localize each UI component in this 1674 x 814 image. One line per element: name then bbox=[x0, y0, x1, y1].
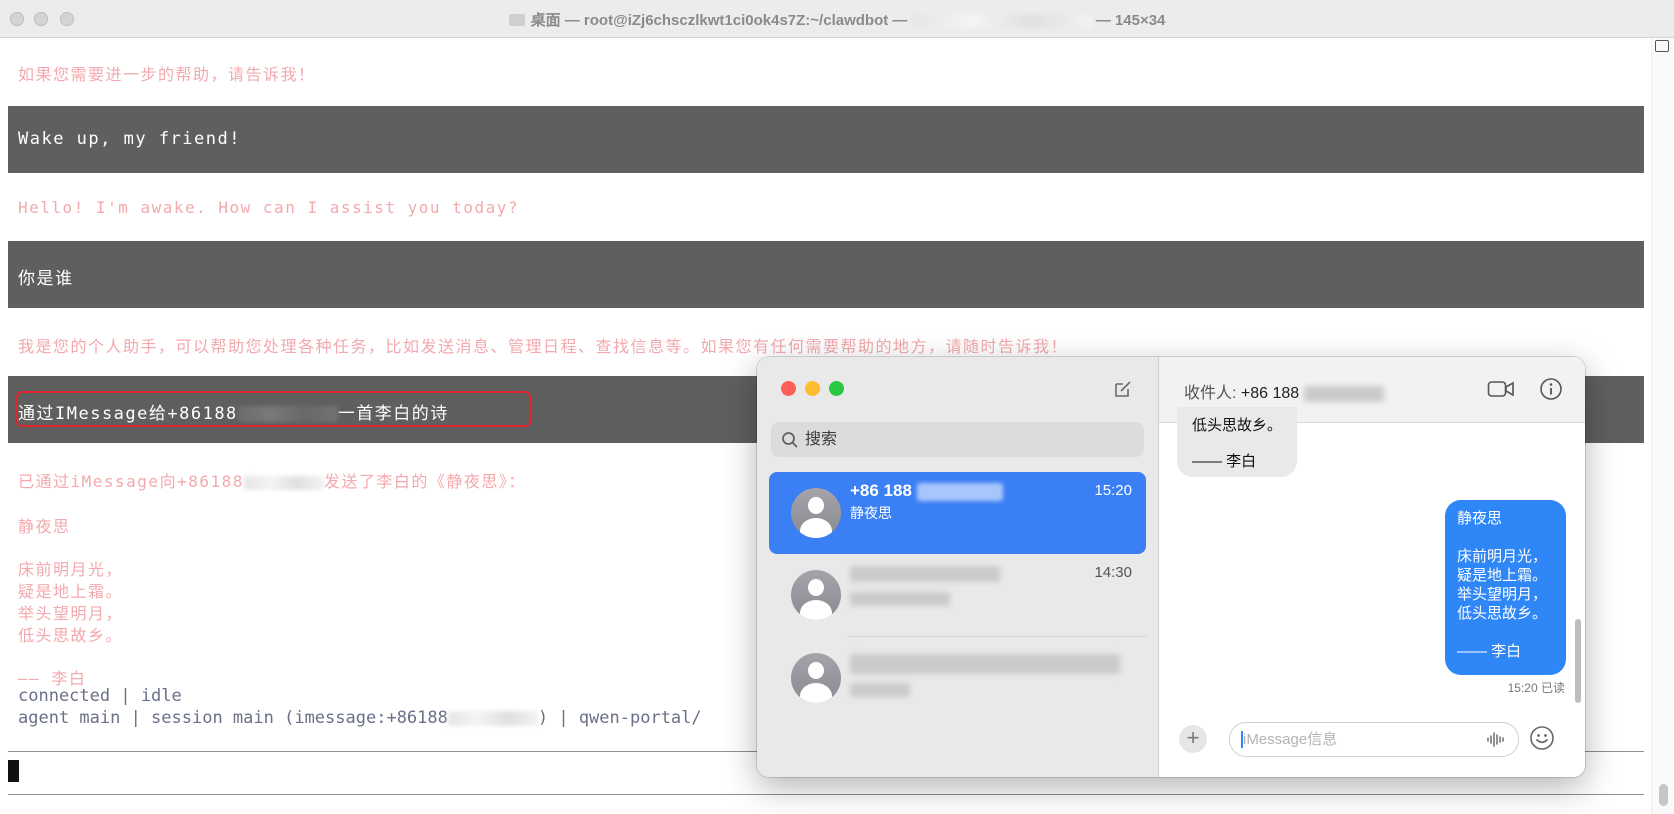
terminal-cursor[interactable] bbox=[8, 760, 19, 782]
poem-line: 疑是地上霜。 bbox=[18, 582, 124, 601]
status-line: connected | idle bbox=[18, 686, 182, 706]
avatar bbox=[791, 488, 841, 538]
window-title: 桌面 — root@iZj6chsczlkwt1ci0ok4s7Z:~/claw… bbox=[0, 9, 1674, 30]
poem-line: 举头望明月， bbox=[18, 604, 124, 623]
conversation-time: 14:30 bbox=[1094, 564, 1132, 581]
audio-waveform-icon[interactable] bbox=[1486, 731, 1506, 748]
scrollbar-thumb[interactable] bbox=[1659, 784, 1668, 806]
conversation-preview bbox=[850, 681, 910, 698]
conversation-item[interactable]: 14:30 bbox=[769, 554, 1146, 636]
terminal-titlebar: 桌面 — root@iZj6chsczlkwt1ci0ok4s7Z:~/claw… bbox=[0, 0, 1674, 38]
message-line: 低头思故乡。 bbox=[1192, 417, 1283, 434]
redacted-number bbox=[1303, 385, 1384, 402]
read-receipt: 15:20 已读 bbox=[1507, 681, 1565, 695]
search-field[interactable] bbox=[771, 422, 1144, 457]
info-icon[interactable] bbox=[1539, 377, 1563, 401]
output-line: Hello! I'm awake. How can I assist you t… bbox=[18, 198, 519, 217]
message-line: 举头望明月， bbox=[1457, 586, 1548, 603]
input-divider bbox=[8, 794, 1644, 795]
emoji-icon[interactable] bbox=[1529, 725, 1555, 751]
message-title: 静夜思 bbox=[1457, 510, 1503, 527]
avatar bbox=[791, 653, 841, 703]
highlight-annotation bbox=[16, 391, 531, 427]
add-attachment-button[interactable]: + bbox=[1179, 725, 1207, 753]
output-line: 如果您需要进一步的帮助，请告诉我！ bbox=[18, 65, 316, 84]
redacted-preview bbox=[850, 683, 910, 698]
poem-line: 床前明月光， bbox=[18, 560, 124, 579]
redacted-name bbox=[850, 653, 1120, 674]
redacted-number bbox=[916, 482, 1003, 501]
redacted-number bbox=[243, 475, 324, 490]
conversation-name bbox=[850, 653, 1120, 674]
conversation-item[interactable] bbox=[769, 637, 1146, 719]
output-line: 已通过iMessage向+86188 发送了李白的《静夜思》： bbox=[18, 472, 526, 491]
conversation-time: 15:20 bbox=[1094, 482, 1132, 499]
message-author: —— 李白 bbox=[1457, 643, 1522, 660]
message-line: 低头思故乡。 bbox=[1457, 605, 1548, 622]
message-line: 床前明月光， bbox=[1457, 548, 1548, 565]
conversation-pane: 收件人: +86 188 低头思故乡。 —— 李白 静夜思 床前明月光， 疑是地… bbox=[1159, 357, 1585, 777]
minimize-button[interactable] bbox=[805, 381, 820, 396]
conversation-name: +86 188 bbox=[850, 481, 1003, 501]
redacted-number bbox=[447, 710, 538, 726]
poem-title: 静夜思 bbox=[18, 517, 71, 536]
user-message: Wake up, my friend! bbox=[18, 129, 241, 149]
redacted-name bbox=[850, 565, 1000, 582]
conversation-preview bbox=[850, 590, 950, 607]
conversation-sidebar: +86 188 静夜思 15:20 14:30 bbox=[757, 357, 1159, 777]
user-message-band: 你是谁 bbox=[8, 241, 1644, 308]
output-line: 我是您的个人助手，可以帮助您处理各种任务，比如发送消息、管理日程、查找信息等。如… bbox=[18, 337, 1069, 356]
conversation-preview: 静夜思 bbox=[850, 505, 892, 521]
search-input[interactable] bbox=[805, 422, 1125, 457]
messages-window: +86 188 静夜思 15:20 14:30 收件人: +86 188 bbox=[757, 357, 1585, 777]
outgoing-message-bubble: 静夜思 床前明月光， 疑是地上霜。 举头望明月， 低头思故乡。 —— 李白 bbox=[1445, 500, 1566, 675]
tab-overview-icon[interactable] bbox=[1655, 40, 1669, 52]
message-scrollbar[interactable] bbox=[1575, 619, 1581, 703]
message-line: —— 李白 bbox=[1192, 453, 1257, 470]
recipient-field[interactable]: 收件人: +86 188 bbox=[1184, 379, 1384, 403]
folder-icon bbox=[508, 14, 525, 26]
user-message: 你是谁 bbox=[18, 269, 74, 289]
incoming-message-bubble: 低头思故乡。 —— 李白 bbox=[1177, 407, 1297, 477]
redacted-text bbox=[911, 14, 1092, 29]
redacted-preview bbox=[850, 592, 950, 607]
compose-icon[interactable] bbox=[1113, 379, 1133, 399]
conversation-name bbox=[850, 563, 1000, 583]
poem-line: 低头思故乡。 bbox=[18, 626, 124, 645]
video-call-icon[interactable] bbox=[1487, 379, 1515, 399]
search-icon bbox=[782, 432, 798, 448]
close-button[interactable] bbox=[781, 381, 796, 396]
message-input-field[interactable] bbox=[1229, 722, 1519, 757]
avatar bbox=[791, 570, 841, 620]
terminal-scrollbar[interactable] bbox=[1651, 38, 1674, 814]
zoom-button[interactable] bbox=[829, 381, 844, 396]
message-input[interactable] bbox=[1243, 723, 1473, 756]
user-message-band: Wake up, my friend! bbox=[8, 106, 1644, 173]
message-line: 疑是地上霜。 bbox=[1457, 567, 1548, 584]
conversation-item[interactable]: +86 188 静夜思 15:20 bbox=[769, 472, 1146, 554]
status-line: agent main | session main (imessage:+861… bbox=[18, 708, 702, 728]
